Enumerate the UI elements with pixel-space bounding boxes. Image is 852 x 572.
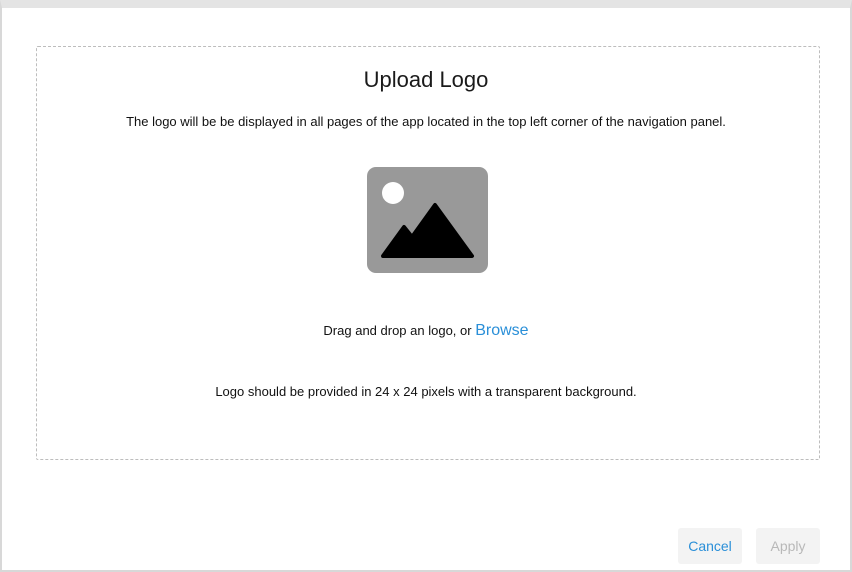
dialog-description: The logo will be be displayed in all pag… <box>126 114 726 129</box>
logo-size-hint: Logo should be provided in 24 x 24 pixel… <box>215 384 637 399</box>
upload-logo-dialog: Upload Logo The logo will be be displaye… <box>0 0 852 572</box>
drag-drop-text: Drag and drop an logo, or <box>323 323 476 338</box>
dialog-title: Upload Logo <box>363 67 489 92</box>
cancel-button[interactable]: Cancel <box>678 528 742 564</box>
browse-link[interactable]: Browse <box>475 322 528 339</box>
image-icon-sun <box>382 182 404 204</box>
drag-drop-prompt: Drag and drop an logo, or Browse <box>2 322 850 340</box>
apply-button[interactable]: Apply <box>756 528 820 564</box>
image-icon <box>367 167 488 273</box>
